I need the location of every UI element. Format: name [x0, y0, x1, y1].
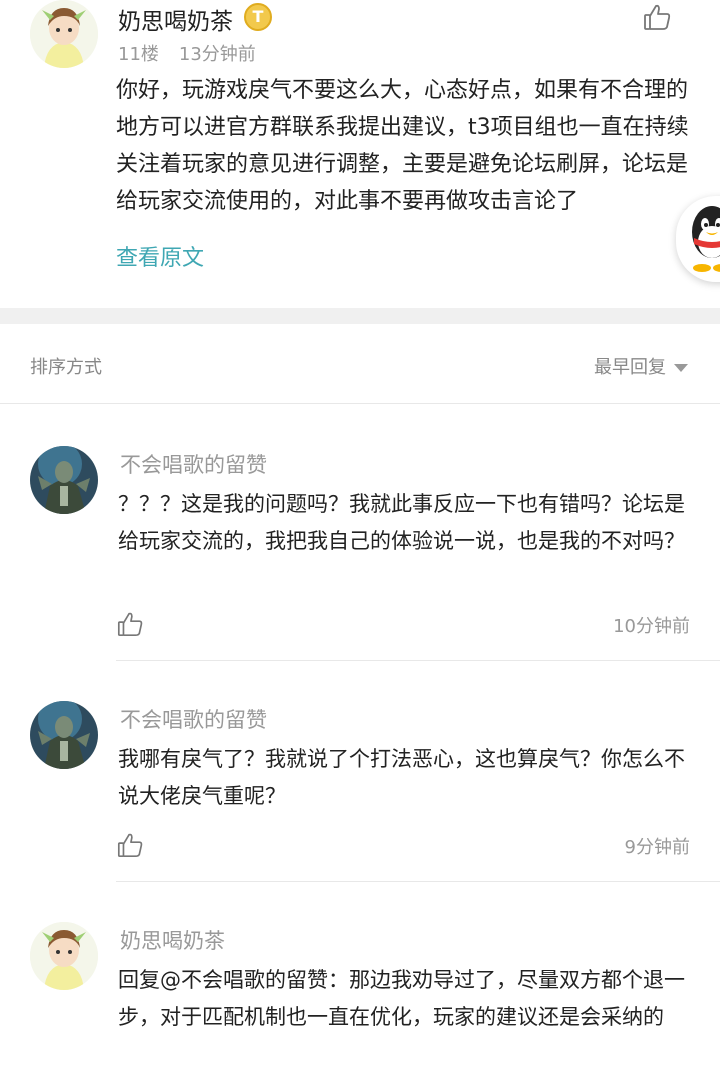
reply-text: 我哪有戾气了？我就说了个打法恶心，这也算戾气？你怎么不说大佬戾气重呢？ — [118, 747, 685, 808]
reply-divider — [116, 881, 720, 882]
reply-text: ？？？这是我的问题吗？我就此事反应一下也有错吗？论坛是给玩家交流的，我把我自己的… — [118, 492, 685, 553]
reply-item: 不会唱歌的留赞 我哪有戾气了？我就说了个打法恶心，这也算戾气？你怎么不说大佬戾气… — [0, 701, 720, 882]
caret-down-icon — [674, 364, 688, 372]
thumbs-up-icon[interactable] — [116, 831, 144, 859]
view-original-link[interactable]: 查看原文 — [116, 240, 204, 272]
reply-divider — [116, 660, 720, 661]
post-body: 你好，玩游戏戾气不要这么大，心态好点，如果有不合理的地方可以进官方群联系我提出建… — [116, 78, 689, 214]
user-level-badge: T — [244, 3, 272, 31]
reply-item: 不会唱歌的留赞 ？？？这是我的问题吗？我就此事反应一下也有错吗？论坛是给玩家交流… — [0, 446, 720, 661]
post-time: 13分钟前 — [178, 44, 256, 65]
reply-time: 9分钟前 — [624, 837, 690, 858]
sort-bar: 排序方式 最早回复 — [0, 324, 720, 404]
reply-text: 回复@不会唱歌的留赞：那边我劝导过了，尽量双方都个退一步，对于匹配机制也一直在优… — [118, 968, 685, 1029]
thumbs-up-icon[interactable] — [116, 610, 144, 638]
reply-time: 10分钟前 — [613, 616, 690, 637]
floor-number: 11楼 — [118, 44, 159, 65]
reply-author-avatar[interactable] — [30, 922, 98, 990]
reply-author-avatar[interactable] — [30, 446, 98, 514]
reply-author-name[interactable]: 奶思喝奶茶 — [120, 925, 225, 955]
sort-dropdown[interactable]: 最早回复 — [594, 353, 688, 379]
sort-label: 排序方式 — [30, 357, 102, 378]
thumbs-up-icon[interactable] — [642, 2, 672, 32]
reply-author-name[interactable]: 不会唱歌的留赞 — [120, 704, 267, 734]
section-divider — [0, 308, 720, 324]
qq-penguin-icon — [692, 206, 720, 272]
post-meta: 11楼 13分钟前 — [118, 40, 256, 66]
sort-selected-value: 最早回复 — [594, 357, 666, 378]
post-author-name[interactable]: 奶思喝奶茶 — [118, 2, 233, 36]
reply-author-avatar[interactable] — [30, 701, 98, 769]
reply-author-name[interactable]: 不会唱歌的留赞 — [120, 449, 267, 479]
post-author-avatar[interactable] — [30, 0, 98, 68]
reply-item: 奶思喝奶茶 回复@不会唱歌的留赞：那边我劝导过了，尽量双方都个退一步，对于匹配机… — [0, 922, 720, 1077]
